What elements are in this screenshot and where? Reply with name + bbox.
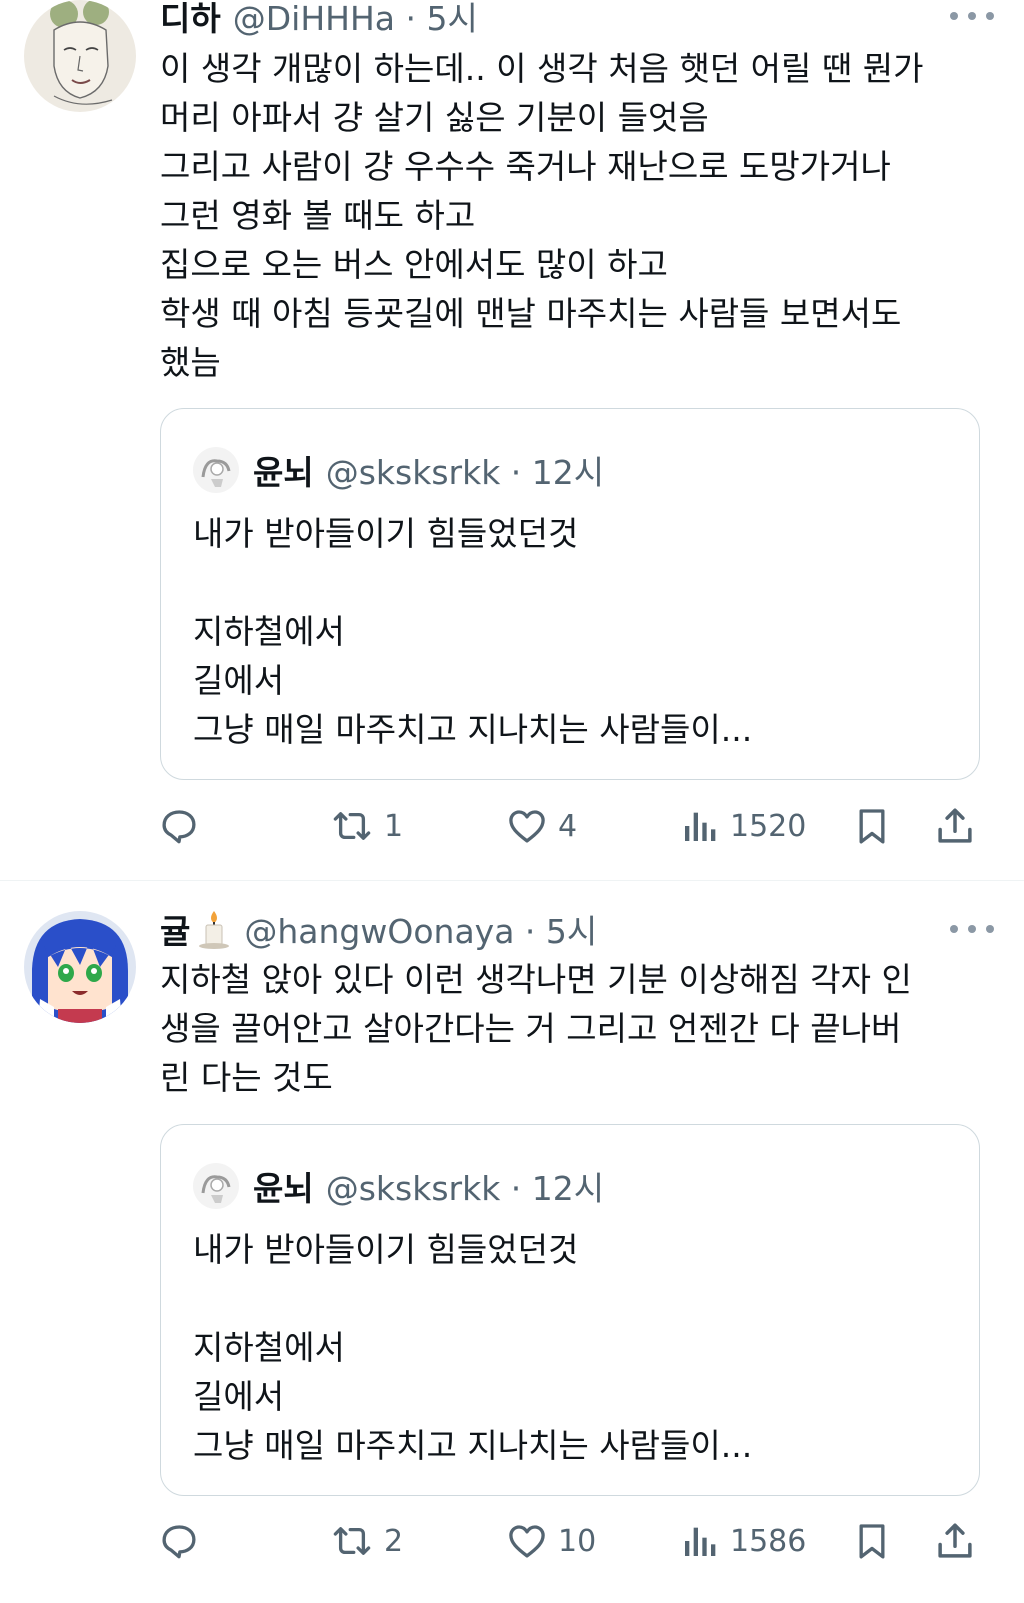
- share-button[interactable]: [934, 1511, 976, 1571]
- reply-button[interactable]: [158, 1511, 200, 1571]
- quoted-post[interactable]: 윤뇌 @sksksrkk · 12시 내가 받아들이기 힘들었던것 지하철에서 …: [160, 408, 980, 780]
- views-icon: [685, 812, 716, 841]
- text-line: 했늠: [160, 343, 221, 382]
- avatar[interactable]: [24, 0, 136, 112]
- views-icon: [685, 1527, 716, 1556]
- author-handle[interactable]: @hangwOonaya · 5시: [244, 905, 597, 953]
- share-icon: [938, 808, 972, 843]
- bookmark-icon: [859, 1524, 885, 1559]
- text-line: 내가 받아들이기 힘들었던것: [193, 514, 579, 553]
- text-line: 집으로 오는 버스 안에서도 많이 하고: [160, 245, 668, 284]
- text-line: 그리고 사람이 걍 우수수 죽거나 재난으로 도망가거나: [160, 147, 891, 186]
- retweet-count: 2: [384, 1523, 404, 1559]
- like-icon: [509, 810, 545, 843]
- text-line: 길에서: [193, 661, 285, 700]
- like-count: 10: [558, 1523, 597, 1559]
- share-button[interactable]: [934, 796, 976, 856]
- text-line: 머리 아파서 걍 살기 싫은 기분이 들엇음: [160, 98, 709, 137]
- text-line: 이 생각 개많이 하는데.. 이 생각 처음 햇던 어릴 땐 뭔가: [160, 49, 924, 88]
- retweet-icon: [333, 1527, 371, 1555]
- retweet-icon: [333, 812, 371, 840]
- more-icon[interactable]: [950, 919, 994, 939]
- like-count: 4: [558, 808, 578, 844]
- like-button[interactable]: 4: [506, 796, 577, 856]
- post-text: 이 생각 개많이 하는데.. 이 생각 처음 햇던 어릴 땐 뭔가 머리 아파서…: [160, 44, 990, 387]
- views-button[interactable]: 1520: [680, 796, 806, 856]
- reply-icon: [162, 810, 196, 844]
- more-icon[interactable]: [950, 6, 994, 26]
- post-text: 지하철 앉아 있다 이런 생각나면 기분 이상해짐 각자 인 생을 끌어안고 살…: [160, 955, 990, 1102]
- author-name[interactable]: 귤: [160, 905, 190, 953]
- text-line: 그런 영화 볼 때도 하고: [160, 196, 476, 235]
- like-button[interactable]: 10: [506, 1511, 596, 1571]
- bookmark-button[interactable]: [852, 796, 892, 856]
- text-line: [193, 1274, 752, 1323]
- text-line: 지하철에서: [193, 1328, 345, 1367]
- author-handle[interactable]: @DiHHHa · 5시: [233, 0, 478, 40]
- action-bar: 1 4 1520: [0, 796, 1024, 856]
- text-line: 생을 끌어안고 살아간다는 거 그리고 언젠간 다 끝나버: [160, 1009, 902, 1048]
- quoted-avatar: [193, 447, 239, 493]
- text-line: 린 다는 것도: [160, 1058, 333, 1097]
- views-count: 1520: [730, 808, 807, 844]
- text-line: 지하철 앉아 있다 이런 생각나면 기분 이상해짐 각자 인: [160, 960, 912, 999]
- post: 귤 @hangwOonaya · 5시 지하철 앉아 있다 이런 생각나면 기분…: [0, 881, 1024, 1603]
- views-button[interactable]: 1586: [680, 1511, 806, 1571]
- quoted-author-handle: @sksksrkk · 12시: [325, 453, 605, 492]
- quoted-author-name: 윤뇌: [253, 453, 314, 492]
- text-line: 그냥 매일 마주치고 지나치는 사람들이...: [193, 710, 753, 749]
- quoted-author-name: 윤뇌: [253, 1169, 314, 1208]
- retweet-button[interactable]: 2: [330, 1511, 403, 1571]
- quoted-post[interactable]: 윤뇌 @sksksrkk · 12시 내가 받아들이기 힘들었던것 지하철에서 …: [160, 1124, 980, 1496]
- text-line: 학생 때 아침 등굣길에 맨날 마주치는 사람들 보면서도: [160, 294, 902, 333]
- post: 디하 @DiHHHa · 5시 이 생각 개많이 하는데.. 이 생각 처음 햇…: [0, 0, 1024, 880]
- views-count: 1586: [730, 1523, 807, 1559]
- quoted-avatar: [193, 1163, 239, 1209]
- bookmark-button[interactable]: [852, 1511, 892, 1571]
- reply-icon: [162, 1525, 196, 1559]
- quoted-text: 내가 받아들이기 힘들었던것 지하철에서 길에서 그냥 매일 마주치고 지나치는…: [193, 1225, 752, 1470]
- like-icon: [509, 1525, 545, 1558]
- avatar[interactable]: [24, 911, 136, 1023]
- bookmark-icon: [859, 809, 885, 844]
- retweet-count: 1: [384, 808, 404, 844]
- share-icon: [938, 1523, 972, 1558]
- retweet-button[interactable]: 1: [330, 796, 403, 856]
- author-name[interactable]: 디하: [160, 0, 221, 40]
- action-bar: 2 10 1586: [0, 1511, 1024, 1571]
- text-line: 그냥 매일 마주치고 지나치는 사람들이...: [193, 1426, 753, 1465]
- text-line: 내가 받아들이기 힘들었던것: [193, 1230, 579, 1269]
- reply-button[interactable]: [158, 796, 200, 856]
- text-line: 길에서: [193, 1377, 285, 1416]
- text-line: 지하철에서: [193, 612, 345, 651]
- text-line: [193, 558, 752, 607]
- candle-emoji: [199, 911, 230, 949]
- quoted-text: 내가 받아들이기 힘들었던것 지하철에서 길에서 그냥 매일 마주치고 지나치는…: [193, 509, 752, 754]
- quoted-author-handle: @sksksrkk · 12시: [325, 1169, 605, 1208]
